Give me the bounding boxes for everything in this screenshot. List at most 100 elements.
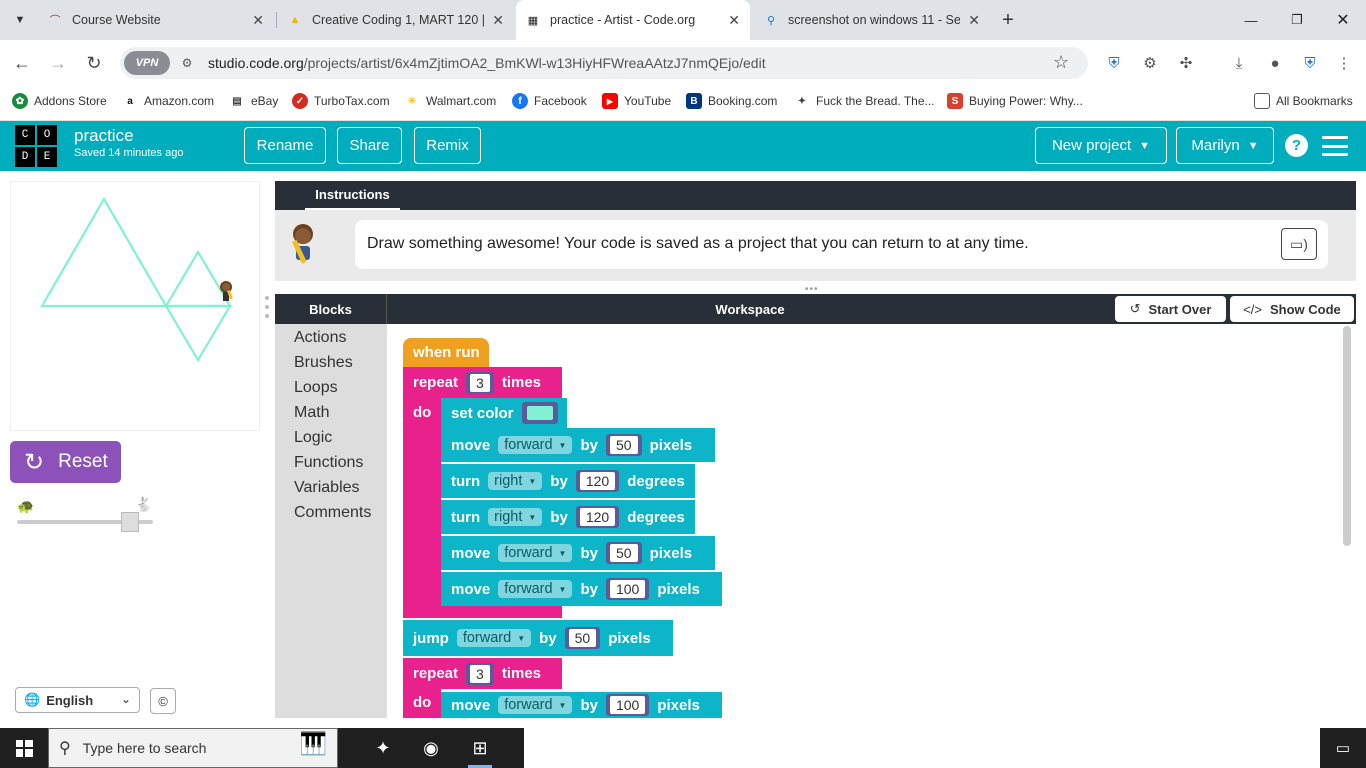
extension-gear-icon[interactable]: ⚙ [1139,52,1161,74]
minimize-icon[interactable]: — [1228,0,1274,40]
tab-course-website[interactable]: ⌒ Course Website ✕ [38,0,274,40]
repeat-do-arm[interactable]: do [403,398,441,610]
microsoft-store-icon[interactable]: ⊞ [463,732,497,764]
value-input[interactable]: 50 [605,542,642,564]
close-tab-icon[interactable]: ✕ [252,12,264,29]
tab-screenshot-search[interactable]: ⚲ screenshot on windows 11 - Se ✕ [754,0,990,40]
move-block[interactable]: move forward ▼ by 100 pixels [441,572,722,606]
back-arrow-icon[interactable]: ← [9,50,35,76]
repeat-block[interactable]: repeat 3 times [403,367,562,398]
toolbox-category-actions[interactable]: Actions [294,329,346,347]
direction-dropdown[interactable]: forward ▼ [498,436,573,454]
bookmark-walmart[interactable]: ✳ Walmart.com [404,92,496,110]
speed-slider[interactable]: 🐢 🐇 [17,496,155,532]
hamburger-menu-icon[interactable] [1322,136,1348,156]
share-button[interactable]: Share [337,127,402,164]
shield-extension-icon[interactable]: ⛨ [1103,52,1125,74]
set-color-block[interactable]: set color [441,398,567,428]
more-menu-icon[interactable]: ⋮ [1333,52,1355,74]
text-to-speech-icon[interactable]: ▭) [1281,228,1317,260]
move-block[interactable]: move forward ▼ by 100 pixels [441,692,722,718]
direction-dropdown[interactable]: forward ▼ [456,629,532,647]
direction-dropdown[interactable]: right ▼ [488,508,543,526]
notification-icon[interactable]: ▭ [1320,728,1366,768]
help-icon[interactable]: ? [1285,134,1308,157]
download-icon[interactable]: ⤓ [1228,52,1250,74]
bookmark-addons-store[interactable]: ✿ Addons Store [12,92,107,110]
when-run-block[interactable]: when run [403,338,489,367]
vpn-badge[interactable]: VPN [124,51,170,75]
direction-dropdown[interactable]: forward ▼ [498,696,573,714]
move-block[interactable]: move forward ▼ by 50 pixels [441,536,715,570]
restore-icon[interactable]: ❐ [1274,0,1320,40]
bookmark-booking[interactable]: B Booking.com [686,92,777,110]
tab-practice-artist[interactable]: ▦ practice - Artist - Code.org ✕ [516,0,750,40]
close-tab-icon[interactable]: ✕ [492,12,504,29]
repeat-count-input[interactable]: 3 [466,371,494,394]
bookmark-buying-power[interactable]: S Buying Power: Why... [947,92,1083,110]
start-over-button[interactable]: ↺ Start Over [1115,296,1226,322]
bookmark-turbotax[interactable]: ✓ TurboTax.com [292,92,390,110]
close-window-icon[interactable]: ✕ [1320,0,1366,40]
toolbox-category-math[interactable]: Math [294,404,330,422]
close-tab-icon[interactable]: ✕ [728,12,740,29]
site-info-icon[interactable]: ⚙ [178,54,196,72]
security-extension-icon[interactable]: ⛨ [1299,52,1321,74]
move-block[interactable]: move forward ▼ by 50 pixels [441,428,715,462]
turn-block[interactable]: turn right ▼ by 120 degrees [441,464,695,498]
direction-dropdown[interactable]: forward ▼ [498,544,573,562]
turn-block[interactable]: turn right ▼ by 120 degrees [441,500,695,534]
remix-button[interactable]: Remix [414,127,481,164]
bookmark-amazon[interactable]: a Amazon.com [122,92,214,110]
distance-input[interactable]: 50 [564,627,601,649]
tab-creative-coding[interactable]: ▲ Creative Coding 1, MART 120 | M ✕ [278,0,514,40]
bookmark-facebook[interactable]: f Facebook [512,92,587,110]
profile-icon[interactable]: ● [1264,52,1286,74]
windows-start-icon[interactable] [0,728,48,768]
value-input[interactable]: 100 [605,578,650,600]
repeat-block[interactable]: repeat 3 times [403,658,562,689]
color-picker-input[interactable] [521,402,558,424]
direction-dropdown[interactable]: forward ▼ [498,580,573,598]
bookmark-ebay[interactable]: ▤ eBay [229,92,278,110]
slider-thumb[interactable] [121,512,139,532]
taskbar-search-box[interactable]: ⚲ Type here to search 🎹 [48,728,338,768]
copilot-icon[interactable]: ✦ [366,732,400,764]
column-resize-handle[interactable] [264,296,270,318]
repeat-count-input[interactable]: 3 [466,662,494,685]
value-input[interactable]: 120 [575,506,620,528]
rename-button[interactable]: Rename [244,127,326,164]
toolbox-category-logic[interactable]: Logic [294,429,332,447]
bookmark-youtube[interactable]: ▶ YouTube [602,92,671,110]
toolbox-category-functions[interactable]: Functions [294,454,363,472]
value-input[interactable]: 50 [605,434,642,456]
reload-icon[interactable]: ↻ [81,50,107,76]
workspace-scrollbar[interactable] [1343,326,1351,546]
all-bookmarks[interactable]: All Bookmarks [1254,92,1353,110]
chrome-icon[interactable]: ◉ [414,732,448,764]
url-text[interactable]: studio.code.org/projects/artist/6x4mZjti… [208,55,766,71]
close-tab-icon[interactable]: ✕ [968,12,980,29]
tab-search-chevron-icon[interactable]: ▼ [8,8,32,32]
repeat-do-arm[interactable]: do [403,689,441,718]
new-project-button[interactable]: New project ▼ [1035,127,1167,164]
user-menu-button[interactable]: Marilyn ▼ [1176,127,1274,164]
puzzle-extensions-icon[interactable]: ✣ [1175,52,1197,74]
distance-input[interactable]: 100 [605,694,650,716]
reset-button[interactable]: ↻ Reset [10,441,121,483]
bookmark-fuck-the-bread[interactable]: ✦ Fuck the Bread. The... [794,92,935,110]
show-code-button[interactable]: </> Show Code [1230,296,1354,322]
value-input[interactable]: 120 [575,470,620,492]
copyright-icon[interactable]: © [150,688,176,714]
forward-arrow-icon[interactable]: → [45,50,71,76]
toolbox-category-comments[interactable]: Comments [294,504,371,522]
toolbox-category-variables[interactable]: Variables [294,479,360,497]
jump-block[interactable]: jump forward ▼ by 50 pixels [403,620,673,656]
toolbox-category-brushes[interactable]: Brushes [294,354,353,372]
language-select[interactable]: 🌐 English ⌄ [15,687,140,713]
direction-dropdown[interactable]: right ▼ [488,472,543,490]
bookmark-star-icon[interactable]: ☆ [1053,52,1069,73]
toolbox-category-loops[interactable]: Loops [294,379,338,397]
code-org-logo[interactable]: C O D E [15,125,57,167]
tab-instructions[interactable]: Instructions [305,181,400,210]
